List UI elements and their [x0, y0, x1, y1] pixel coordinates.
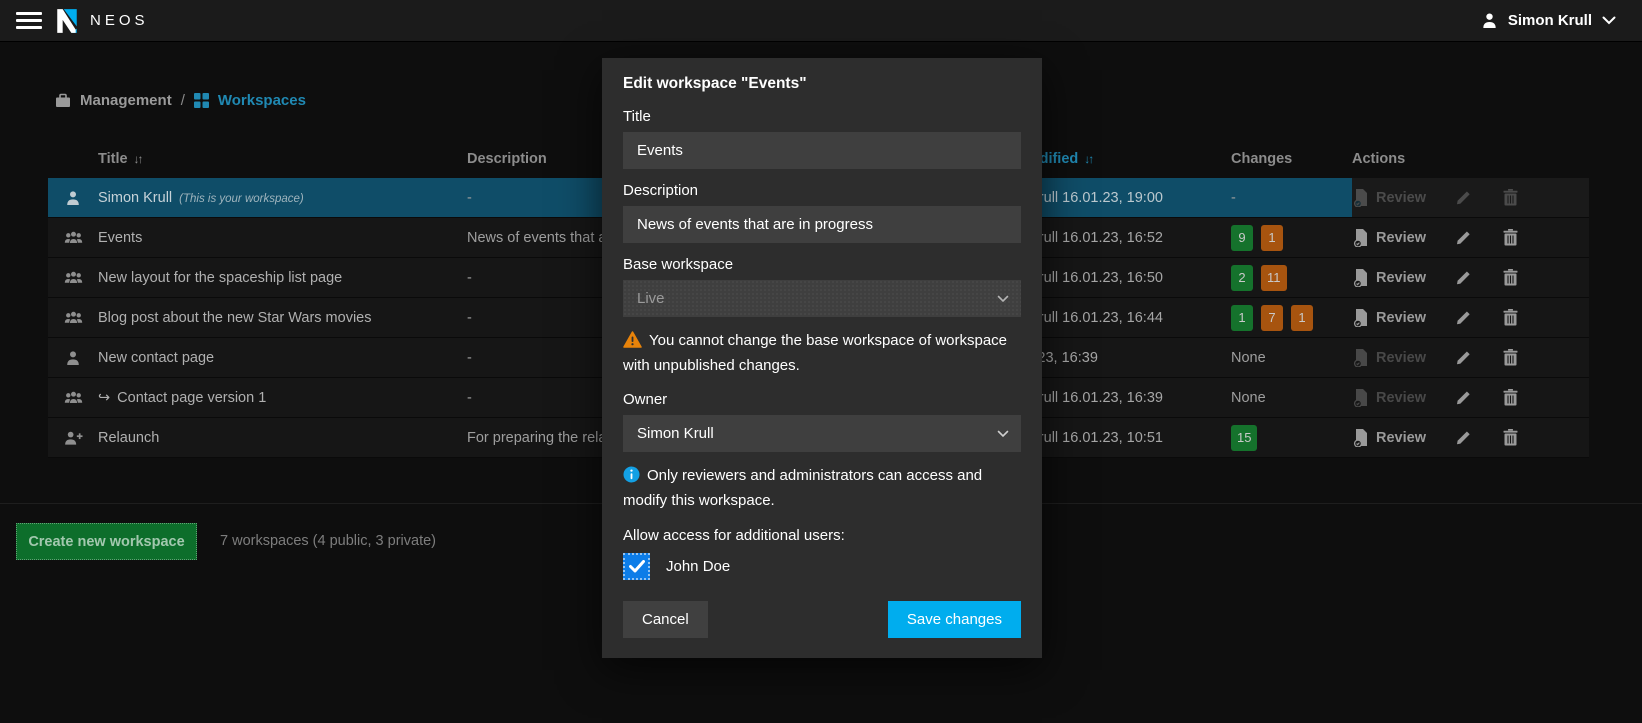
user-icon [67, 350, 79, 365]
edit-workspace-dialog: Edit workspace "Events" Title Descriptio… [602, 58, 1042, 658]
chevron-down-icon [997, 295, 1009, 302]
sort-icon: ↓↑ [133, 152, 144, 166]
workspaces-grid-icon [193, 93, 209, 108]
group-icon [64, 271, 82, 284]
review-document-icon [1353, 389, 1367, 407]
user-access-name: John Doe [666, 558, 731, 575]
breadcrumb-management[interactable]: Management [80, 92, 172, 109]
review-document-icon [1353, 309, 1367, 327]
badge-new-count: 2 [1231, 264, 1253, 291]
review-button[interactable]: Review [1352, 228, 1426, 247]
delete-button[interactable] [1503, 309, 1518, 326]
badge-new-count: 15 [1231, 424, 1258, 451]
badge-new-count: 1 [1231, 304, 1253, 331]
user-icon [1483, 13, 1496, 28]
badge-changed-count: 7 [1261, 304, 1283, 331]
group-icon [64, 311, 82, 324]
chevron-down-icon [997, 430, 1009, 437]
neos-logo-icon [57, 8, 77, 33]
column-header-title[interactable]: Title ↓↑ [98, 151, 467, 167]
workspace-title: Contact page version 1 [117, 389, 267, 406]
review-button: Review [1352, 188, 1426, 207]
delete-button [1503, 189, 1518, 206]
workspace-title: New layout for the spaceship list page [98, 269, 343, 286]
description-input[interactable] [623, 206, 1021, 243]
user-menu[interactable]: Simon Krull [1481, 12, 1616, 29]
badge-new-count: 9 [1231, 224, 1253, 251]
base-workspace-label: Base workspace [623, 256, 734, 273]
edit-button [1455, 189, 1472, 206]
workspace-title: New contact page [98, 349, 215, 366]
delete-button[interactable] [1503, 389, 1518, 406]
create-workspace-button[interactable]: Create new workspace [16, 523, 197, 560]
review-document-icon [1353, 269, 1367, 287]
owner-label: Owner [623, 391, 668, 408]
top-bar: NEOS Simon Krull [0, 0, 1642, 42]
review-document-icon [1353, 189, 1367, 207]
brand-name: NEOS [90, 12, 149, 29]
delete-button[interactable] [1503, 229, 1518, 246]
checkmark-icon [628, 560, 645, 573]
workspace-title: Relaunch [98, 429, 160, 446]
delete-button[interactable] [1503, 349, 1518, 366]
workspace-note: (This is your workspace) [179, 192, 304, 205]
base-workspace-select: Live [623, 280, 1021, 317]
owner-select[interactable]: Simon Krull [623, 415, 1021, 452]
breadcrumb-separator: / [180, 92, 185, 109]
changes-cell: - [1231, 189, 1236, 206]
workspace-title: Simon Krull [98, 189, 173, 206]
base-workspace-warning: You cannot change the base workspace of … [623, 331, 1008, 374]
breadcrumb: Management / Workspaces [55, 92, 306, 109]
review-button: Review [1352, 388, 1426, 407]
review-button: Review [1352, 348, 1426, 367]
review-document-icon [1353, 349, 1367, 367]
user-access-checkbox[interactable] [623, 553, 650, 580]
workspace-title: Blog post about the new Star Wars movies [98, 309, 372, 326]
user-plus-icon [64, 431, 83, 445]
delete-button[interactable] [1503, 269, 1518, 286]
edit-button[interactable] [1455, 309, 1472, 326]
sub-workspace-arrow-icon: ↪ [98, 389, 111, 406]
delete-button[interactable] [1503, 429, 1518, 446]
changes-cell: None [1231, 349, 1266, 366]
group-icon [64, 391, 82, 404]
save-changes-button[interactable]: Save changes [887, 601, 1021, 638]
group-icon [64, 231, 82, 244]
dialog-title: Edit workspace "Events" [623, 75, 807, 92]
review-document-icon [1353, 229, 1367, 247]
edit-button[interactable] [1455, 389, 1472, 406]
owner-info-note: Only reviewers and administrators can ac… [623, 466, 983, 509]
edit-button[interactable] [1455, 229, 1472, 246]
chevron-down-icon [1602, 16, 1616, 25]
review-button[interactable]: Review [1352, 428, 1426, 447]
description-field-label: Description [623, 182, 699, 199]
cancel-button[interactable]: Cancel [623, 601, 708, 638]
user-name: Simon Krull [1507, 12, 1592, 29]
edit-button[interactable] [1455, 349, 1472, 366]
additional-user-row: John Doe [623, 553, 1021, 580]
badge-changed-count: 1 [1261, 224, 1283, 251]
briefcase-icon [56, 93, 70, 107]
changes-cell: None [1231, 389, 1266, 406]
badge-changed-count: 1 [1291, 304, 1313, 331]
review-button[interactable]: Review [1352, 268, 1426, 287]
menu-toggle-icon[interactable] [16, 12, 42, 29]
breadcrumb-workspaces[interactable]: Workspaces [218, 92, 306, 109]
warning-triangle-icon [623, 331, 642, 348]
workspace-count-summary: 7 workspaces (4 public, 3 private) [220, 533, 436, 549]
edit-button[interactable] [1455, 269, 1472, 286]
title-field-label: Title [623, 108, 651, 125]
review-document-icon [1353, 429, 1367, 447]
info-icon [623, 466, 640, 483]
column-header-changes: Changes [1231, 151, 1293, 167]
workspace-title: Events [98, 229, 143, 246]
title-input[interactable] [623, 132, 1021, 169]
review-button[interactable]: Review [1352, 308, 1426, 327]
sort-icon: ↓↑ [1084, 152, 1094, 166]
user-icon [67, 190, 79, 205]
badge-changed-count: 11 [1261, 264, 1287, 291]
column-header-actions: Actions [1352, 151, 1406, 167]
additional-users-label: Allow access for additional users: [623, 527, 845, 544]
edit-button[interactable] [1455, 429, 1472, 446]
